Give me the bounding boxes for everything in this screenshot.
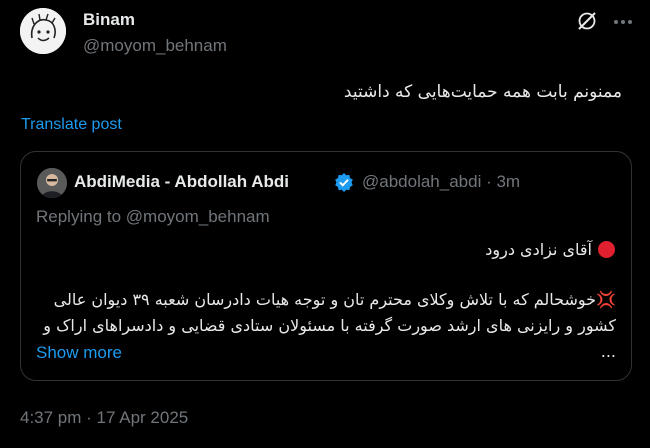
quote-greeting-text: آقای نزادی درود [485, 240, 592, 259]
quote-author-handle[interactable]: @abdolah_abdi · 3m [362, 172, 520, 192]
quote-avatar-photo-icon [37, 168, 67, 198]
author-name[interactable]: Binam [83, 10, 135, 30]
post-timestamp[interactable]: 4:37 pm · 17 Apr 2025 [20, 408, 188, 428]
translate-post-link[interactable]: Translate post [21, 116, 122, 134]
replying-to: Replying to @moyom_behnam [36, 207, 270, 226]
quote-body: 💢خوشحالم که با تلاش وکلای محترم تان و تو… [36, 287, 616, 365]
post-text: ممنونم بابت همه حمایت‌هایی که داشتید [343, 82, 622, 102]
show-more-link[interactable]: Show more [36, 343, 122, 363]
quote-author-name[interactable]: AbdiMedia - Abdollah Abdi [74, 172, 289, 192]
avatar[interactable] [20, 8, 66, 54]
quote-body-line-1-text: خوشحالم که با تلاش وکلای محترم تان و توج… [53, 290, 597, 309]
quote-body-line-1: 💢خوشحالم که با تلاش وکلای محترم تان و تو… [36, 287, 616, 313]
avatar-sketch-icon [20, 8, 66, 54]
verified-badge-icon [334, 172, 354, 192]
author-handle[interactable]: @moyom_behnam [83, 36, 227, 56]
red-circle-icon [598, 241, 615, 258]
quote-greeting: آقای نزادی درود [485, 240, 615, 259]
quote-body-line-2: کشور و رایزنی های ارشد صورت گرفته با مسئ… [43, 316, 616, 361]
more-icon[interactable] [611, 10, 635, 34]
grok-icon[interactable] [576, 10, 598, 32]
anger-icon: 💢 [596, 290, 616, 309]
quote-avatar[interactable] [37, 168, 67, 198]
